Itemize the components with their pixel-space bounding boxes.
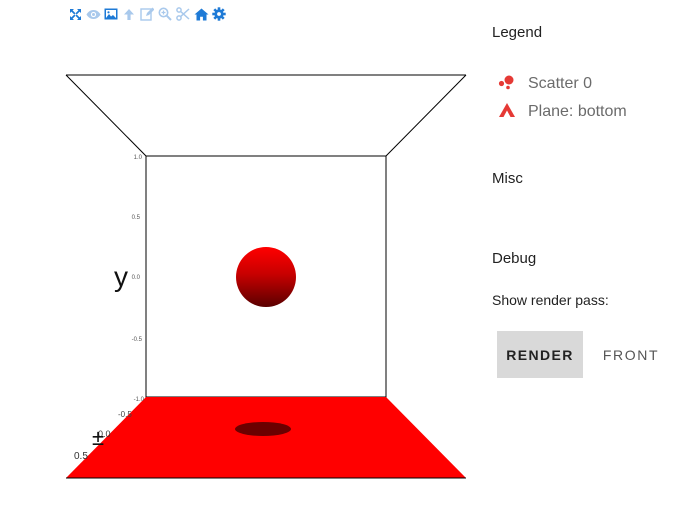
side-panel: Legend Scatter 0 Plane: bottom Misc Debu…: [492, 0, 689, 529]
debug-title: Debug: [492, 250, 537, 267]
legend-item-label: Plane: bottom: [528, 103, 627, 120]
z-tick-label: -0.5: [118, 410, 132, 419]
y-tick-label: 0.0: [132, 275, 141, 281]
y-tick-label: -1.0: [134, 397, 145, 403]
scissors-icon[interactable]: [174, 6, 192, 22]
edit-icon[interactable]: [138, 6, 156, 22]
z-tick-label: 0.5: [74, 451, 88, 462]
scene-canvas: 1.0 0.5 0.0 -0.5 -1.0 y -0.5 0.0 0.5 ±: [65, 74, 467, 479]
render-pass-label: Show render pass:: [492, 292, 609, 308]
y-tick-label: 0.5: [132, 215, 141, 221]
frame-top-right-diagonal: [385, 74, 467, 157]
eye-icon[interactable]: [84, 6, 102, 22]
scatter-sphere[interactable]: [236, 247, 296, 307]
image-icon[interactable]: [102, 6, 120, 22]
z-axis-label: ±: [92, 425, 104, 450]
frame-top-left-diagonal: [65, 74, 147, 157]
3d-viewport[interactable]: 1.0 0.5 0.0 -0.5 -1.0 y -0.5 0.0 0.5 ±: [60, 60, 475, 490]
sphere-shadow: [235, 422, 291, 436]
y-tick-label: 1.0: [134, 155, 143, 161]
zoom-icon[interactable]: [156, 6, 174, 22]
triangle-plane-icon: [498, 102, 516, 123]
y-tick-label: -0.5: [132, 337, 143, 343]
legend-item-label: Scatter 0: [528, 75, 593, 92]
expand-icon[interactable]: [66, 6, 84, 22]
gear-icon[interactable]: [210, 6, 228, 22]
legend-item-scatter[interactable]: Scatter 0: [498, 73, 592, 95]
render-pass-button[interactable]: RENDER: [497, 331, 583, 378]
misc-title: Misc: [492, 170, 523, 187]
front-pass-button[interactable]: FRONT: [593, 331, 669, 378]
y-axis-label: y: [114, 261, 128, 292]
home-icon[interactable]: [192, 6, 210, 22]
legend-title: Legend: [492, 24, 543, 41]
scatter-icon: [498, 74, 516, 95]
legend-item-plane-bottom[interactable]: Plane: bottom: [498, 101, 627, 123]
toolbar: [66, 6, 228, 22]
arrow-up-icon[interactable]: [120, 6, 138, 22]
